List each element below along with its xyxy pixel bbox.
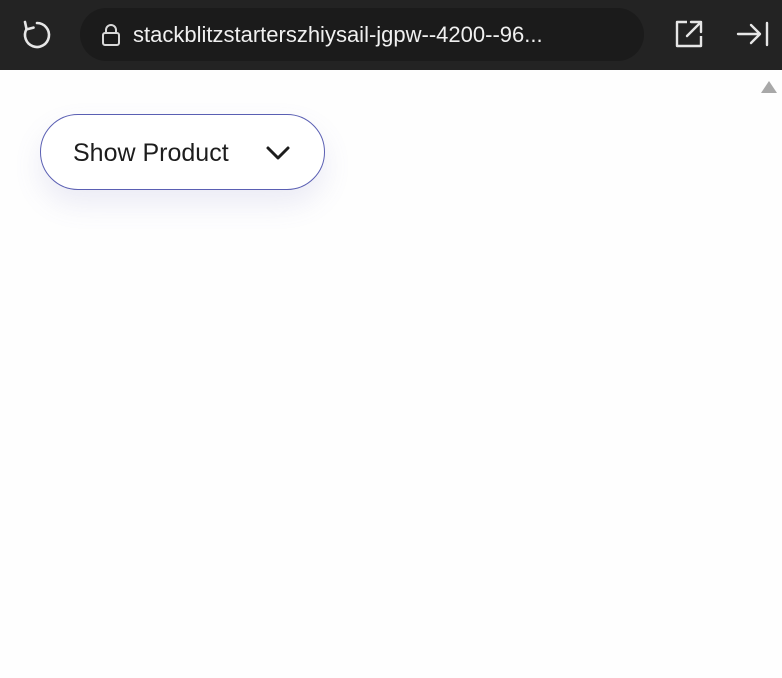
scroll-up-icon[interactable] bbox=[760, 80, 778, 94]
browser-toolbar: stackblitzstarterszhiysail-jgpw--4200--9… bbox=[0, 0, 782, 70]
collapse-panel-button[interactable] bbox=[735, 17, 771, 51]
address-bar[interactable]: stackblitzstarterszhiysail-jgpw--4200--9… bbox=[80, 8, 644, 61]
dropdown-label: Show Product bbox=[73, 139, 229, 167]
reload-button[interactable] bbox=[18, 16, 56, 54]
collapse-right-icon bbox=[736, 21, 769, 47]
open-external-icon bbox=[675, 20, 703, 48]
lock-icon bbox=[102, 24, 120, 46]
show-product-dropdown-button[interactable]: Show Product bbox=[40, 114, 325, 190]
chevron-down-icon bbox=[266, 146, 290, 160]
url-text: stackblitzstarterszhiysail-jgpw--4200--9… bbox=[133, 22, 543, 47]
open-in-new-tab-button[interactable] bbox=[672, 17, 706, 51]
reload-icon bbox=[23, 20, 51, 49]
